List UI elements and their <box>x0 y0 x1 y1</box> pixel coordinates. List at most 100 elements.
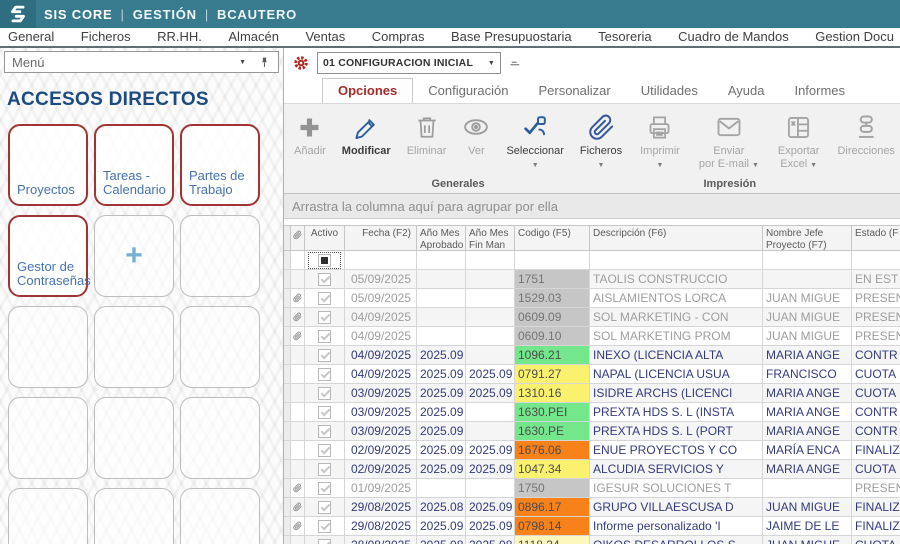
tab-opciones[interactable]: Opciones <box>322 78 414 103</box>
column-header-fin_man[interactable]: Año Mes Fin Man (F4) <box>466 225 515 251</box>
cell-codigo[interactable]: 0896.17 <box>515 498 590 517</box>
add-shortcut-tile[interactable]: + <box>94 215 174 297</box>
menu-item-ventas[interactable]: Ventas <box>303 29 347 44</box>
table-row[interactable]: 28/08/20252025.082025.081118.34OIKOS DES… <box>284 536 900 544</box>
addresses-button[interactable]: Direcciones <box>829 104 900 158</box>
filter-cell-codigo[interactable] <box>515 251 590 270</box>
table-row[interactable]: 29/08/2025 2025.08 2025.09 0896.17 GRUPO VIL… <box>284 498 900 517</box>
activo-checkbox[interactable] <box>318 462 331 476</box>
cell-fin_man[interactable]: 2025.09 <box>466 441 515 460</box>
add-button[interactable]: Añadir <box>286 104 334 158</box>
gear-icon[interactable] <box>292 54 310 72</box>
cell-jefe[interactable]: JUAN MIGUE <box>763 327 852 346</box>
cell-fecha[interactable]: 28/08/2025 <box>345 536 417 544</box>
cell-fecha[interactable]: 02/09/2025 <box>345 460 417 479</box>
cell-fin_man[interactable]: 2025.09 <box>466 365 515 384</box>
shortcut-tile-gestor-de-contrasen-as[interactable]: Gestor de Contraseñas <box>8 215 91 297</box>
send-email-button[interactable]: Enviar por E-mail ▼ <box>691 104 767 171</box>
empty-shortcut-slot[interactable] <box>180 306 260 388</box>
cell-activo[interactable] <box>305 479 345 498</box>
cell-descripcion[interactable]: ENUE PROYECTOS Y CO <box>590 441 763 460</box>
table-row[interactable]: 29/08/2025 2025.09 2025.09 0798.14 Informe p… <box>284 517 900 536</box>
cell-descripcion[interactable]: Informe personalizado 'I <box>590 517 763 536</box>
cell-estado[interactable]: CONTR <box>852 346 900 365</box>
cell-clip[interactable] <box>291 346 305 365</box>
cell-fin_man[interactable]: 2025.09 <box>466 517 515 536</box>
menu-item-gestion-docu[interactable]: Gestion Docu <box>813 29 896 44</box>
cell-clip[interactable] <box>291 517 305 536</box>
menu-item-almace-n[interactable]: Almacén <box>226 29 281 44</box>
cell-clip[interactable] <box>291 289 305 308</box>
empty-shortcut-slot[interactable] <box>180 215 260 297</box>
activo-checkbox[interactable] <box>318 481 331 495</box>
cell-estado[interactable]: CUOTA <box>852 536 900 544</box>
cell-aprobado[interactable] <box>417 289 466 308</box>
activo-checkbox[interactable] <box>318 443 331 457</box>
empty-shortcut-slot[interactable] <box>8 306 88 388</box>
chevron-down-icon[interactable]: ▼ <box>239 59 246 66</box>
group-by-hint-bar[interactable]: Arrastra la columna aquí para agrupar po… <box>284 194 900 219</box>
cell-jefe[interactable]: JAIME DE LE <box>763 517 852 536</box>
cell-fecha[interactable]: 03/09/2025 <box>345 422 417 441</box>
cell-codigo[interactable]: 0609.10 <box>515 327 590 346</box>
menu-item-general[interactable]: General <box>6 29 56 44</box>
cell-estado[interactable]: CUOTA <box>852 365 900 384</box>
empty-shortcut-slot[interactable] <box>180 488 260 544</box>
cell-estado[interactable]: PRESEN <box>852 308 900 327</box>
activo-checkbox[interactable] <box>318 424 331 438</box>
cell-jefe[interactable]: MARIA ANGE <box>763 422 852 441</box>
cell-aprobado[interactable]: 2025.09 <box>417 365 466 384</box>
cell-activo[interactable] <box>305 441 345 460</box>
filter-cell-aprobado[interactable] <box>417 251 466 270</box>
table-row[interactable]: 04/09/2025 0609.09 SOL MARKETING - CON JUAN… <box>284 308 900 327</box>
activo-checkbox[interactable] <box>318 272 331 286</box>
cell-aprobado[interactable]: 2025.09 <box>417 460 466 479</box>
cell-estado[interactable]: FINALIZ <box>852 498 900 517</box>
cell-activo[interactable] <box>305 327 345 346</box>
table-row[interactable]: 03/09/2025 2025.09 2025.09 1310.16 ISIDRE AR… <box>284 384 900 403</box>
shortcut-tile-tareas-calendario[interactable]: Tareas - Calendario <box>94 124 174 206</box>
table-row[interactable]: 05/09/2025 1751 TAOLIS CONSTRUCCIO EN EST <box>284 270 900 289</box>
cell-fecha[interactable]: 03/09/2025 <box>345 403 417 422</box>
empty-shortcut-slot[interactable] <box>8 488 88 544</box>
cell-aprobado[interactable]: 2025.09 <box>417 441 466 460</box>
cell-fin_man[interactable]: 2025.09 <box>466 384 515 403</box>
cell-fin_man[interactable] <box>466 327 515 346</box>
view-button[interactable]: Ver <box>454 104 498 158</box>
cell-clip[interactable] <box>291 365 305 384</box>
empty-shortcut-slot[interactable] <box>94 488 174 544</box>
cell-fecha[interactable]: 04/09/2025 <box>345 346 417 365</box>
cell-clip[interactable] <box>291 422 305 441</box>
cell-clip[interactable] <box>291 460 305 479</box>
cell-fecha[interactable]: 04/09/2025 <box>345 365 417 384</box>
cell-codigo[interactable]: 1047.34 <box>515 460 590 479</box>
cell-fin_man[interactable] <box>466 308 515 327</box>
cell-fecha[interactable]: 01/09/2025 <box>345 479 417 498</box>
cell-activo[interactable] <box>305 536 345 544</box>
cell-jefe[interactable]: JUAN MIGUE <box>763 536 852 544</box>
table-row[interactable]: 02/09/2025 2025.09 2025.09 1047.34 ALCUDIA S… <box>284 460 900 479</box>
cell-estado[interactable]: CUOTA <box>852 460 900 479</box>
cell-activo[interactable] <box>305 346 345 365</box>
cell-jefe[interactable]: MARÍA ENCA <box>763 441 852 460</box>
activo-checkbox[interactable] <box>318 367 331 381</box>
activo-checkbox[interactable] <box>318 348 331 362</box>
menu-item-compras[interactable]: Compras <box>370 29 427 44</box>
tab-informes[interactable]: Informes <box>779 79 860 103</box>
print-button[interactable]: Imprimir ▼ <box>632 104 688 169</box>
cell-activo[interactable] <box>305 308 345 327</box>
empty-shortcut-slot[interactable] <box>94 397 174 479</box>
cell-clip[interactable] <box>291 270 305 289</box>
cell-codigo[interactable]: 1676.06 <box>515 441 590 460</box>
tab-utilidades[interactable]: Utilidades <box>626 79 713 103</box>
table-row[interactable]: 04/09/2025 2025.09 1096.21 INEXO (LICENCIA … <box>284 346 900 365</box>
activo-checkbox[interactable] <box>318 291 331 305</box>
configuration-combobox[interactable]: 01 CONFIGURACION INICIAL ▼ <box>317 52 501 74</box>
column-header-clip[interactable] <box>291 225 305 251</box>
cell-codigo[interactable]: 0791.27 <box>515 365 590 384</box>
filter-cell-jefe[interactable] <box>763 251 852 270</box>
table-row[interactable]: 01/09/2025 1750 IGESUR SOLUCIONES T PRESEN <box>284 479 900 498</box>
cell-fecha[interactable]: 05/09/2025 <box>345 289 417 308</box>
cell-fin_man[interactable]: 2025.09 <box>466 498 515 517</box>
menu-item-ficheros[interactable]: Ficheros <box>79 29 133 44</box>
